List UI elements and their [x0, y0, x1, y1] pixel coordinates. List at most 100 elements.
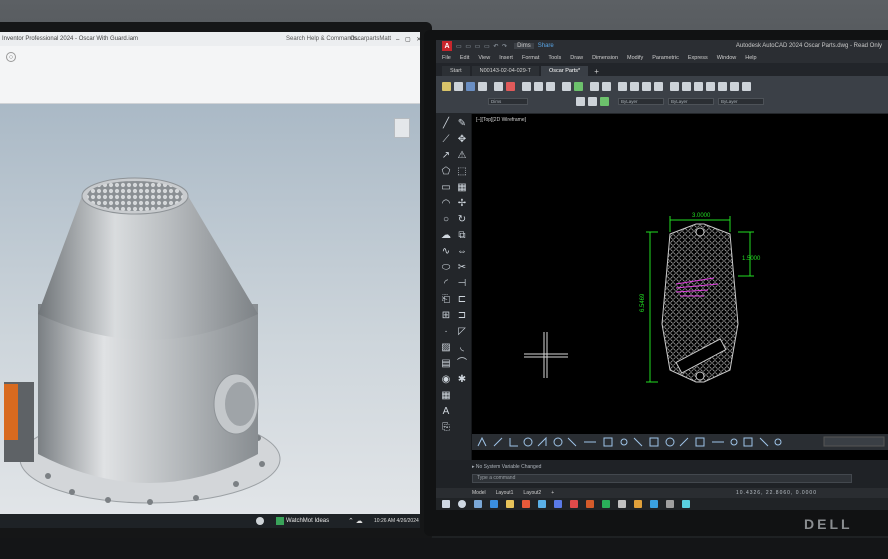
pline-tool-icon[interactable]: ↗ — [440, 150, 452, 162]
tab-drawing-n00143[interactable]: N00143-02-04-029-T — [471, 66, 539, 76]
design-center-icon[interactable] — [682, 82, 691, 91]
menu-view[interactable]: View — [478, 55, 490, 61]
zoom-window-icon[interactable] — [642, 82, 651, 91]
ellipse-arc-tool-icon[interactable]: ◜ — [440, 278, 452, 290]
publish-icon[interactable] — [506, 82, 515, 91]
inventor-3d-viewport[interactable] — [0, 104, 420, 528]
app-icon-2[interactable] — [634, 500, 642, 508]
windows-start-icon[interactable] — [442, 500, 450, 508]
save-icon[interactable] — [466, 82, 475, 91]
menu-draw[interactable]: Draw — [570, 55, 583, 61]
menu-tools[interactable]: Tools — [548, 55, 561, 61]
explode-tool-icon[interactable]: ✱ — [456, 374, 468, 386]
tab-layout1[interactable]: Layout1 — [496, 490, 514, 496]
pencil-tool-icon[interactable]: ✎ — [456, 118, 468, 130]
menu-insert[interactable]: Insert — [499, 55, 513, 61]
fillet-tool-icon[interactable]: ◟ — [456, 342, 468, 354]
linetype-dropdown[interactable]: ByLayer — [668, 98, 714, 105]
teams-icon[interactable] — [554, 500, 562, 508]
revcloud-tool-icon[interactable]: ☁ — [440, 230, 452, 242]
plot-icon[interactable] — [494, 82, 503, 91]
tool-palettes-icon[interactable] — [694, 82, 703, 91]
ribbon-circle-icon[interactable]: ○ — [6, 52, 16, 62]
layer-state-icon[interactable] — [576, 97, 585, 106]
app-icon-4[interactable] — [666, 500, 674, 508]
add-selected-tool-icon[interactable]: ⎘ — [440, 422, 452, 434]
help-search-input[interactable]: Search Help & Commands... — [286, 36, 362, 42]
line-tool-icon[interactable]: ╱ — [440, 118, 452, 130]
task-view-icon[interactable] — [474, 500, 482, 508]
layer-previous-icon[interactable] — [588, 97, 597, 106]
xline-tool-icon[interactable]: ⟋ — [440, 134, 452, 146]
arc-tool-icon[interactable]: ◠ — [440, 198, 452, 210]
command-input[interactable]: Type a command — [472, 474, 852, 483]
menu-express[interactable]: Express — [688, 55, 708, 61]
offset-tool-icon[interactable]: ⬚ — [456, 166, 468, 178]
join-tool-icon[interactable]: ⊐ — [456, 310, 468, 322]
trim-tool-icon[interactable]: ✂ — [456, 262, 468, 274]
workspace-dropdown[interactable]: Dims — [514, 43, 534, 49]
menu-dimension[interactable]: Dimension — [592, 55, 618, 61]
blend-tool-icon[interactable]: ⌒ — [456, 358, 468, 370]
quickcalc-icon[interactable] — [730, 82, 739, 91]
lineweight-dropdown[interactable]: ByLayer — [718, 98, 764, 105]
system-tray[interactable]: ⌃ ☁ — [348, 517, 363, 525]
extend-tool-icon[interactable]: ⊣ — [456, 278, 468, 290]
open-file-icon[interactable] — [454, 82, 463, 91]
taskbar-clock[interactable]: 10:26 AM 4/26/2024 — [374, 518, 419, 524]
rotate-tool-icon[interactable]: ↻ — [456, 214, 468, 226]
copy-icon[interactable] — [534, 82, 543, 91]
mail-icon[interactable] — [538, 500, 546, 508]
add-layout-button[interactable]: + — [551, 490, 554, 496]
tab-model[interactable]: Model — [472, 490, 486, 496]
layer-icon[interactable] — [574, 82, 583, 91]
watchmot-app-icon[interactable] — [276, 517, 284, 525]
dimension-toolbar-icons[interactable] — [472, 434, 888, 450]
break-tool-icon[interactable]: ⊏ — [456, 294, 468, 306]
pan-icon[interactable] — [618, 82, 627, 91]
chamfer-tool-icon[interactable]: ◸ — [456, 326, 468, 338]
tab-oscar-parts[interactable]: Oscar Parts* — [541, 66, 589, 76]
hatch-tool-icon[interactable]: ▨ — [440, 342, 452, 354]
menu-modify[interactable]: Modify — [627, 55, 643, 61]
app-icon[interactable] — [618, 500, 626, 508]
gradient-tool-icon[interactable]: ▤ — [440, 358, 452, 370]
sheet-set-icon[interactable] — [706, 82, 715, 91]
scale-tool-icon[interactable]: ⧉ — [456, 230, 468, 242]
app-icon-5[interactable] — [682, 500, 690, 508]
help-icon[interactable] — [742, 82, 751, 91]
zoom-previous-icon[interactable] — [654, 82, 663, 91]
table-tool-icon[interactable]: ▦ — [440, 390, 452, 402]
markup-icon[interactable] — [718, 82, 727, 91]
menu-edit[interactable]: Edit — [460, 55, 469, 61]
color-dropdown[interactable]: ByLayer — [618, 98, 664, 105]
menu-format[interactable]: Format — [522, 55, 539, 61]
print-icon[interactable] — [478, 82, 487, 91]
excel-icon[interactable] — [602, 500, 610, 508]
region-tool-icon[interactable]: ◉ — [440, 374, 452, 386]
cut-icon[interactable] — [522, 82, 531, 91]
stretch-tool-icon[interactable]: ⇔ — [456, 246, 468, 258]
window-controls[interactable]: – ▢ ✕ — [396, 36, 420, 43]
properties-icon[interactable] — [670, 82, 679, 91]
search-icon[interactable] — [458, 500, 466, 508]
menu-window[interactable]: Window — [717, 55, 737, 61]
new-tab-button[interactable]: + — [590, 67, 603, 76]
matchprop-icon[interactable] — [562, 82, 571, 91]
make-block-tool-icon[interactable]: ⊞ — [440, 310, 452, 322]
color-icon[interactable] — [600, 97, 609, 106]
undo-icon[interactable] — [590, 82, 599, 91]
menu-parametric[interactable]: Parametric — [652, 55, 679, 61]
user-account[interactable]: OscarpartsMatt — [350, 36, 396, 42]
move-tool-icon[interactable]: ✥ — [456, 134, 468, 146]
redo-icon[interactable] — [602, 82, 611, 91]
model-space-viewport[interactable]: [–][Top][2D Wireframe] 3.0000 6.5469 1.5… — [472, 114, 888, 460]
share-button[interactable]: Share — [538, 43, 554, 49]
autocad-logo-icon[interactable]: A — [442, 41, 452, 51]
taskbar-app-label[interactable]: WatchMot Ideas — [286, 518, 329, 524]
layer-dropdown[interactable]: Dims — [488, 98, 528, 105]
array-tool-icon[interactable]: ▦ — [456, 182, 468, 194]
autocad-taskbar-icon[interactable] — [570, 500, 578, 508]
rectangle-tool-icon[interactable]: ▭ — [440, 182, 452, 194]
edge-icon[interactable] — [490, 500, 498, 508]
